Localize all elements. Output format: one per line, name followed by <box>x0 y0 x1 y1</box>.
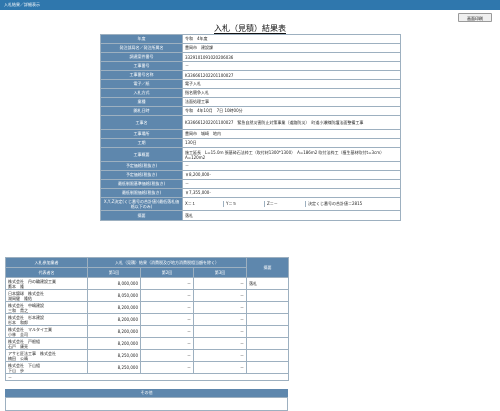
table-row: 株式会社 下山組 下山 歩 8,250,000 － － <box>5 361 290 374</box>
rep-name: 小林 圭司 <box>8 331 28 337</box>
result-group-header: 入札（見積）結果（消費税及び地方消費税相当額を除く） <box>86 257 248 268</box>
info-row: 工事名 K336661202201100027 緊急自然災害防止対策事業（道路防災… <box>100 115 401 130</box>
rep-name: 下山 歩 <box>8 367 24 373</box>
remarks-header: 摘要 <box>246 257 290 278</box>
info-row: 工事場所 豊岡市 城崎 地内 <box>100 129 401 139</box>
other-section-body <box>5 397 288 411</box>
header-title: 入札結果／詳細表示 <box>4 2 40 7</box>
bidder-header: 入札参加業者 <box>5 257 88 268</box>
round2-header: 第2回 <box>140 267 194 278</box>
table-row: 株式会社 戸根組 石戸 康亮 8,200,000 － － <box>5 337 290 350</box>
info-row: 開札日時 令和 4年10月 7日 10時00分 <box>100 106 401 116</box>
info-row: 最低制限価格(税抜き) ￥7,355,000- <box>100 188 401 198</box>
round1-header: 第1回 <box>87 267 141 278</box>
info-row: 工事番号－ <box>100 61 401 71</box>
info-row: 工期 130日 <box>100 138 401 148</box>
info-row: 摘要 落札 <box>100 210 401 221</box>
table-row: 日本錦球 株式会社 湖岡健 隆佑 8,050,000 － － <box>5 289 290 302</box>
other-section-header: その他 <box>5 389 288 397</box>
info-row: 予定価格(税抜き) － <box>100 161 401 171</box>
table-footer-row: － <box>4 373 290 381</box>
rep-header: 代表者名 <box>5 267 88 278</box>
bid-remarks: 落札 <box>246 277 290 290</box>
info-row: 最低制限基準価格(税抜き) － <box>100 179 401 189</box>
table-row: 株式会社 中嶋建設 三和 貴之 8,200,000 － － <box>5 301 290 314</box>
info-row: 年度 令和 4年度 <box>100 34 401 44</box>
rep-name: 鷹本 隆 <box>8 283 24 289</box>
info-row: 入札方式 指名競争入札 <box>100 88 401 98</box>
header-bar: 入札結果／詳細表示 <box>0 0 500 10</box>
rep-name: 石戸 康亮 <box>8 343 28 349</box>
table-row: 株式会社 杉本建設 杉本 和郎 8,200,000 － － <box>5 313 290 326</box>
bid-info-table: 年度 令和 4年度 発注部局名／発注所属名 豊岡市 建設課 調達案件番号 332910… <box>100 34 401 221</box>
info-row: 工事概要 施工延長 L=15.0ｍ 張基砕石法枠工（吹付材1300*1300） A… <box>100 147 401 162</box>
info-row-xyz: X,Y,Z決定(くじ番号の合計値)(最低落札価格以下のみ) X＝１ Y＝５ Z＝… <box>100 197 401 211</box>
info-row: 調達案件番号 3329101091020206036 <box>100 52 401 62</box>
table-row: 株式会社 マルタイ工業 小林 圭司 8,200,000 － － <box>5 325 290 338</box>
print-button[interactable]: 画面印刷 <box>458 13 492 22</box>
info-row: 業種 法面処理工事 <box>100 97 401 107</box>
round3-header: 第3回 <box>192 267 248 278</box>
table-row: アサヒ匠法工事 株式会社 楠田 公晴 8,250,000 － － <box>5 349 290 362</box>
rep-name: 三和 貴之 <box>8 307 28 313</box>
rep-name: 湖岡健 隆佑 <box>8 295 32 301</box>
info-row: 工事番号名称 K336661202201100027 <box>100 70 401 80</box>
page-title: 入札（見積）結果表 <box>214 24 286 34</box>
info-row: 発注部局名／発注所属名 豊岡市 建設課 <box>100 43 401 53</box>
info-row: 予定価格(税抜き) ￥8,200,000- <box>100 170 401 180</box>
rep-name: 杉本 和郎 <box>8 319 28 325</box>
rep-name: 楠田 公晴 <box>8 355 28 361</box>
info-row: 電子／紙 電子入札 <box>100 79 401 89</box>
table-row: 株式会社 丹の輪建設工業 鷹本 隆 8,000,000 － － 落札 <box>5 277 290 290</box>
bid-results-table: 入札参加業者 入札（見積）結果（消費税及び地方消費税相当額を除く） 摘要 代表者… <box>4 257 290 381</box>
